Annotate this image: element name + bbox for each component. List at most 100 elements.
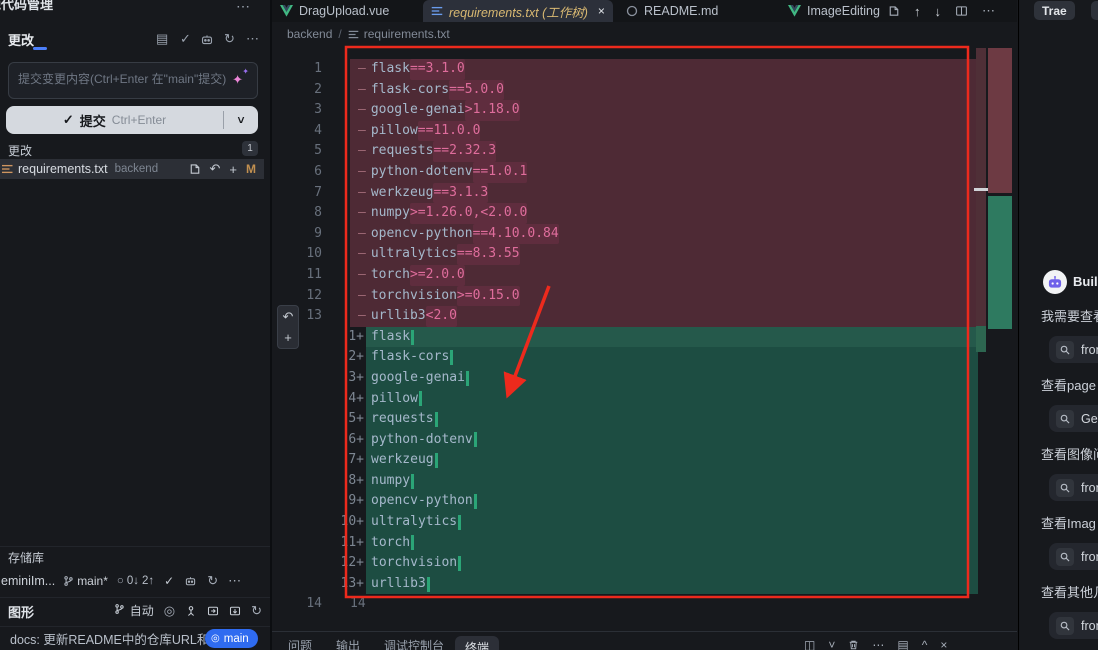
- split-editor-icon[interactable]: [955, 5, 968, 17]
- next-change-icon[interactable]: ↓: [935, 4, 942, 19]
- terminal-new-dropdown-icon[interactable]: ˅: [828, 638, 835, 650]
- graph-heading[interactable]: 图形: [8, 602, 34, 621]
- diff-editor[interactable]: 1— flask ==3.1.0 2— flask-cors ==5.0.0 3— googl…: [272, 46, 1017, 631]
- import-icon[interactable]: [229, 605, 241, 617]
- ai-sparkle-small-icon: ✦: [242, 67, 249, 76]
- panel-maximize-icon[interactable]: ^: [922, 638, 928, 650]
- minimap-added-block: [988, 196, 1012, 329]
- repo-check-icon[interactable]: ✓: [164, 574, 174, 588]
- graph-auto-label[interactable]: 自动: [130, 604, 154, 618]
- diff-line-removed: 1— flask ==3.1.0: [272, 59, 978, 80]
- diff-line-added: 8+ numpy: [272, 470, 978, 492]
- sidebar-more-icon[interactable]: ⋯: [236, 0, 250, 15]
- changed-file-row[interactable]: requirements.txt backend ↶ + M: [0, 159, 264, 179]
- more-actions-icon[interactable]: ⋯: [246, 31, 259, 47]
- view-as-list-icon[interactable]: ▤: [156, 31, 168, 47]
- tool-call-card[interactable]: Gem: [1049, 405, 1098, 432]
- stage-block-icon[interactable]: +: [284, 330, 292, 345]
- previous-change-icon[interactable]: ↑: [914, 4, 921, 19]
- bottom-panel: 问题 输出 调试控制台 终端 ◫ ˅ ⋯ ▤ ^ ×: [272, 631, 1017, 650]
- commit-message-input[interactable]: 提交变更内容(Ctrl+Enter 在"main"提交) ✦ ✦: [8, 62, 258, 99]
- branch-pill[interactable]: ◎ main: [205, 629, 258, 648]
- search-icon: [1056, 409, 1074, 428]
- minimap-position-marker: [974, 188, 988, 191]
- tool-call-card[interactable]: front: [1049, 612, 1098, 639]
- chat-step-text: 查看page: [1041, 378, 1096, 393]
- diff-gutter-widget: ↶ +: [277, 305, 299, 349]
- commit-check-icon[interactable]: ✓: [180, 31, 191, 47]
- refresh-icon[interactable]: ↻: [224, 31, 235, 47]
- panel-tab-0[interactable]: 问题: [288, 637, 312, 650]
- editor-tab-ImageEditing[interactable]: ImageEditing: [788, 0, 890, 22]
- editor-tab-requirements.txt[interactable]: requirements.txt (工作树) ×: [423, 0, 613, 22]
- repository-heading[interactable]: 存储库: [8, 549, 44, 566]
- commit-input-placeholder: 提交变更内容(Ctrl+Enter 在"main"提交): [18, 72, 227, 86]
- pill-target-icon: ◎: [211, 633, 220, 644]
- export-icon[interactable]: [207, 605, 219, 617]
- diff-line-added: 4+ pillow: [272, 388, 978, 410]
- ai-robot-icon[interactable]: [200, 33, 214, 46]
- overview-ruler-deleted: [976, 48, 986, 326]
- commit-button[interactable]: ✓ 提交 Ctrl+Enter ˅: [6, 106, 258, 134]
- breadcrumb-separator: /: [338, 27, 342, 41]
- panel-tab-2[interactable]: 调试控制台: [384, 637, 444, 650]
- target-icon[interactable]: ◎: [164, 603, 175, 619]
- changes-group-label[interactable]: 更改: [8, 142, 32, 159]
- editor-tab-README.md[interactable]: README.md: [626, 0, 718, 22]
- branch-icon: [114, 603, 125, 615]
- chat-step-text: 查看Imag: [1041, 516, 1096, 531]
- branch-icon: [63, 575, 74, 587]
- tool-call-card[interactable]: front: [1049, 336, 1098, 363]
- revert-block-icon[interactable]: ↶: [283, 309, 294, 325]
- terminal-more-icon[interactable]: ⋯: [872, 638, 884, 650]
- cherry-pick-icon[interactable]: [185, 605, 197, 617]
- tool-call-card[interactable]: front: [1049, 474, 1098, 501]
- diff-line-removed: 12— torchvision >=0.15.0: [272, 285, 978, 307]
- commit-dropdown-button[interactable]: ˅: [223, 111, 258, 129]
- editor-more-icon[interactable]: ⋯: [982, 3, 995, 19]
- stage-changes-icon[interactable]: +: [229, 162, 237, 177]
- repository-row[interactable]: eminiIm... main* ○ 0↓ 2↑ ✓ ↻ ⋯: [0, 570, 270, 592]
- panel-layout-icon[interactable]: ▤: [897, 638, 908, 650]
- graph-refresh-icon[interactable]: ↻: [251, 603, 262, 619]
- chat-step-text: 查看其他几: [1041, 585, 1098, 600]
- section-divider: [0, 597, 270, 598]
- terminal-kill-icon[interactable]: [848, 639, 859, 650]
- editor-area: DragUpload.vue requirements.txt (工作树) × REA…: [272, 0, 1017, 650]
- editor-actions: ↑ ↓ ⋯: [888, 0, 995, 22]
- repo-robot-icon[interactable]: [184, 575, 197, 587]
- minimap[interactable]: [974, 46, 1014, 631]
- breadcrumb[interactable]: backend / requirements.txt: [272, 22, 1017, 46]
- repo-more-icon[interactable]: ⋯: [228, 573, 241, 589]
- diff-line-removed: 5— requests ==2.32.3: [272, 141, 978, 162]
- diff-line-removed: 9— opencv-python ==4.10.0.84: [272, 223, 978, 245]
- search-icon: [1056, 340, 1074, 359]
- last-commit-row[interactable]: docs: 更新README中的仓库URL和... ◎ main: [0, 627, 270, 650]
- diff-line-added: 9+ opencv-python: [272, 491, 978, 513]
- open-file-icon[interactable]: [189, 163, 201, 175]
- source-control-sidebar: 源代码管理 ⋯ 更改 ▤ ✓ ↻ ⋯ 提交变更内容(Ctrl+Enter 在"m…: [0, 0, 270, 650]
- graph-section-row: 图形 自动 ◎ ↻: [0, 600, 270, 622]
- vue-icon: [788, 5, 801, 17]
- breadcrumb-folder[interactable]: backend: [287, 27, 332, 41]
- adjacent-tab-partial[interactable]: [1091, 1, 1098, 20]
- panel-tab-3[interactable]: 终端: [455, 636, 500, 650]
- open-changes-icon[interactable]: [888, 5, 900, 17]
- trae-tab[interactable]: Trae: [1034, 1, 1075, 20]
- discard-changes-icon[interactable]: ↶: [210, 161, 221, 177]
- modified-badge: M: [246, 162, 256, 176]
- panel-close-icon[interactable]: ×: [940, 638, 947, 650]
- changed-file-name: requirements.txt: [18, 162, 108, 176]
- breadcrumb-file[interactable]: requirements.txt: [364, 27, 450, 41]
- terminal-split-icon[interactable]: ◫: [804, 638, 815, 650]
- diff-line-removed: 8— numpy >=1.26.0,<2.0.0: [272, 203, 978, 224]
- sync-icon[interactable]: ○: [117, 575, 124, 587]
- editor-tab-DragUpload.vue[interactable]: DragUpload.vue: [280, 0, 389, 22]
- agent-name: Build: [1073, 274, 1098, 289]
- close-tab-icon[interactable]: ×: [598, 4, 605, 18]
- panel-tab-1[interactable]: 输出: [336, 637, 360, 650]
- diff-line-removed: 4— pillow ==11.0.0: [272, 120, 978, 142]
- tool-call-card[interactable]: front: [1049, 543, 1098, 570]
- diff-lines: 1— flask ==3.1.0 2— flask-cors ==5.0.0 3— googl…: [272, 59, 978, 615]
- repo-refresh-icon[interactable]: ↻: [207, 573, 218, 589]
